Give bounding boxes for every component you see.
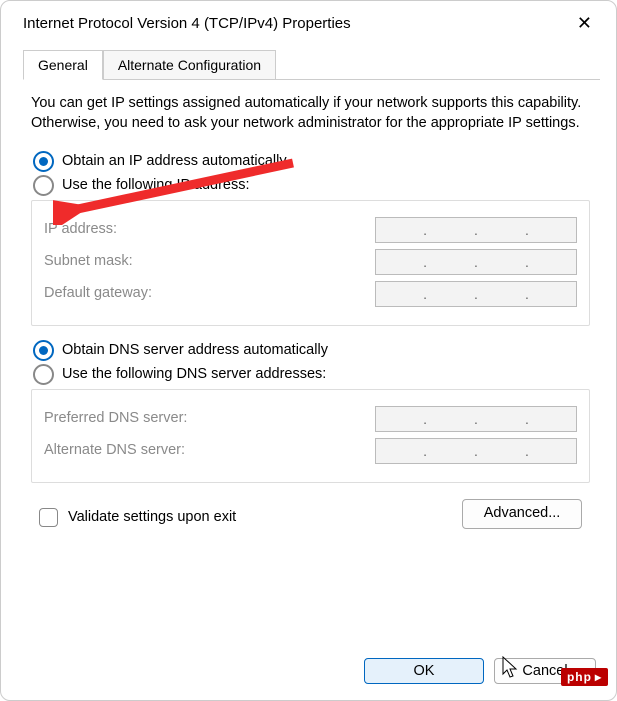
window-title: Internet Protocol Version 4 (TCP/IPv4) P… <box>23 15 351 32</box>
radio-ip-manual[interactable] <box>33 175 54 196</box>
radio-dns-auto-label: Obtain DNS server address automatically <box>62 341 328 361</box>
radio-ip-auto[interactable] <box>33 151 54 172</box>
dns-fieldset: Preferred DNS server: ... Alternate DNS … <box>31 389 590 483</box>
alternate-dns-input: ... <box>375 438 577 464</box>
radio-ip-manual-label: Use the following IP address: <box>62 176 250 196</box>
preferred-dns-input: ... <box>375 406 577 432</box>
advanced-button[interactable]: Advanced... <box>462 499 582 529</box>
subnet-mask-label: Subnet mask: <box>44 252 375 272</box>
radio-ip-auto-label: Obtain an IP address automatically <box>62 152 287 172</box>
radio-dns-manual[interactable] <box>33 364 54 385</box>
preferred-dns-label: Preferred DNS server: <box>44 409 375 429</box>
tab-alternate-configuration[interactable]: Alternate Configuration <box>103 50 276 79</box>
ip-fieldset: IP address: ... Subnet mask: ... Default… <box>31 200 590 326</box>
tab-general[interactable]: General <box>23 50 103 80</box>
default-gateway-label: Default gateway: <box>44 284 375 304</box>
alternate-dns-label: Alternate DNS server: <box>44 441 375 461</box>
default-gateway-input: ... <box>375 281 577 307</box>
validate-checkbox[interactable] <box>39 508 58 527</box>
ip-address-label: IP address: <box>44 220 375 240</box>
ip-address-input: ... <box>375 217 577 243</box>
ok-button[interactable]: OK <box>364 658 484 684</box>
watermark-badge: php▸ <box>561 668 608 686</box>
radio-dns-manual-label: Use the following DNS server addresses: <box>62 365 326 385</box>
cursor-icon <box>502 656 520 680</box>
description-text: You can get IP settings assigned automat… <box>31 94 590 133</box>
close-icon[interactable]: ✕ <box>567 9 602 38</box>
tab-strip: General Alternate Configuration <box>23 50 600 80</box>
subnet-mask-input: ... <box>375 249 577 275</box>
radio-dns-auto[interactable] <box>33 340 54 361</box>
validate-label: Validate settings upon exit <box>68 508 236 528</box>
